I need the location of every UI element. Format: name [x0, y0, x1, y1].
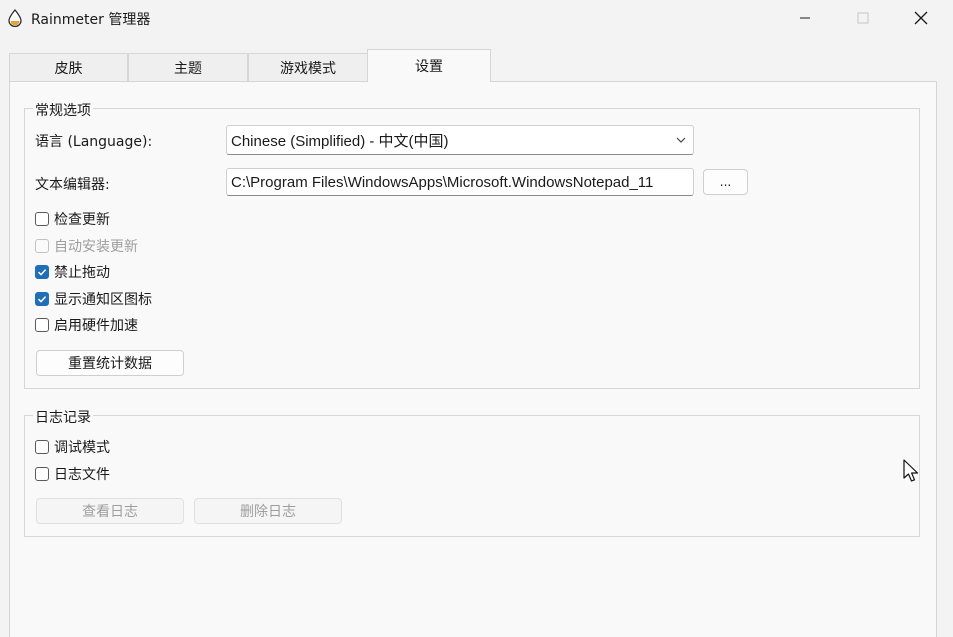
- checkbox-label: 显示通知区图标: [54, 292, 152, 308]
- tab-game-mode[interactable]: 游戏模式: [248, 53, 368, 81]
- browse-label: ...: [719, 175, 732, 189]
- checkbox-box: [35, 239, 49, 253]
- checkbox-label: 调试模式: [54, 440, 110, 456]
- view-log-label: 查看日志: [82, 504, 138, 520]
- water-drop-icon: [8, 9, 22, 28]
- window-title: Rainmeter 管理器: [31, 12, 151, 28]
- browse-editor-button[interactable]: ...: [703, 169, 748, 195]
- tab-label: 皮肤: [54, 60, 83, 77]
- chevron-down-icon: [676, 137, 686, 143]
- checkbox-label: 启用硬件加速: [54, 318, 138, 334]
- checkbox-box: [35, 318, 49, 332]
- checkmark-icon: [35, 292, 49, 306]
- checkbox-box: [35, 467, 49, 481]
- delete-log-button[interactable]: 删除日志: [194, 498, 342, 524]
- language-select[interactable]: Chinese (Simplified) - 中文(中国): [226, 125, 694, 155]
- show-tray-icon-checkbox[interactable]: 显示通知区图标: [35, 290, 152, 308]
- language-select-value: Chinese (Simplified) - 中文(中国): [231, 132, 449, 150]
- tab-layouts[interactable]: 主题: [128, 53, 248, 81]
- checkbox-box: [35, 440, 49, 454]
- delete-log-label: 删除日志: [240, 504, 296, 520]
- maximize-button[interactable]: [834, 0, 892, 36]
- tab-label: 主题: [174, 60, 202, 77]
- auto-install-updates-checkbox[interactable]: 自动安装更新: [35, 237, 138, 255]
- language-label: 语言 (Language):: [35, 134, 153, 150]
- hardware-acceleration-checkbox[interactable]: 启用硬件加速: [35, 316, 138, 334]
- text-editor-label: 文本编辑器:: [35, 177, 110, 193]
- checkbox-label: 检查更新: [54, 212, 110, 228]
- minimize-icon: [800, 17, 810, 19]
- checkmark-icon: [35, 265, 49, 279]
- general-options-legend: 常规选项: [33, 100, 93, 120]
- check-updates-checkbox[interactable]: 检查更新: [35, 210, 110, 228]
- tab-label: 设置: [415, 59, 443, 75]
- tab-settings[interactable]: 设置: [367, 49, 491, 82]
- text-editor-path: C:\Program Files\WindowsApps\Microsoft.W…: [231, 173, 654, 191]
- mouse-pointer-icon: [903, 459, 921, 489]
- logging-legend: 日志记录: [33, 407, 93, 427]
- checkbox-label: 日志文件: [54, 467, 110, 483]
- maximize-icon: [857, 12, 869, 24]
- tab-label: 游戏模式: [280, 60, 336, 77]
- minimize-button[interactable]: [776, 0, 834, 36]
- reset-statistics-button[interactable]: 重置统计数据: [36, 350, 184, 376]
- log-file-checkbox[interactable]: 日志文件: [35, 465, 110, 483]
- close-button[interactable]: [892, 0, 950, 36]
- disable-dragging-checkbox[interactable]: 禁止拖动: [35, 263, 110, 281]
- checkbox-label: 自动安装更新: [54, 239, 138, 255]
- rainmeter-manager-window: Rainmeter 管理器 皮肤 主题 游戏模式 设置 常规选项 语言 (Lan…: [0, 0, 953, 637]
- checkbox-label: 禁止拖动: [54, 265, 110, 281]
- tab-skins[interactable]: 皮肤: [9, 53, 128, 81]
- close-icon: [914, 11, 928, 25]
- checkbox-box: [35, 212, 49, 226]
- text-editor-field[interactable]: C:\Program Files\WindowsApps\Microsoft.W…: [226, 168, 694, 196]
- reset-statistics-label: 重置统计数据: [68, 356, 152, 372]
- debug-mode-checkbox[interactable]: 调试模式: [35, 438, 110, 456]
- title-bar[interactable]: Rainmeter 管理器: [0, 0, 953, 36]
- view-log-button[interactable]: 查看日志: [36, 498, 184, 524]
